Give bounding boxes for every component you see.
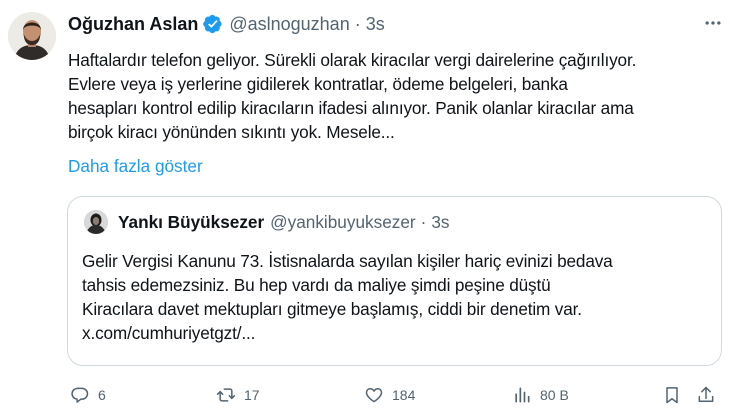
like-button[interactable]: 184 <box>364 381 415 409</box>
more-dots-icon[interactable] <box>702 12 724 34</box>
tweet-text-line: Haftalardır telefon geliyor. Sürekli ola… <box>68 50 637 70</box>
bookmark-button[interactable] <box>662 381 682 409</box>
tweet-header: Oğuzhan Aslan @aslnoguzhan · 3s <box>68 12 385 36</box>
quote-timestamp: 3s <box>431 211 450 232</box>
repost-arrows-icon <box>216 388 236 402</box>
reply-button[interactable]: 6 <box>70 381 106 409</box>
author-avatar[interactable] <box>8 12 56 60</box>
tweet-text: Haftalardır telefon geliyor. Sürekli ola… <box>68 48 730 144</box>
heart-icon <box>365 388 383 403</box>
quote-text-line: Gelir Vergisi Kanunu 73. İstisnalarda sa… <box>82 251 613 271</box>
timestamp[interactable]: 3s <box>366 14 385 35</box>
reply-count: 6 <box>98 387 106 403</box>
separator-dot: · <box>354 13 361 34</box>
tweet-text-line: Evlere veya iş yerlerine gidilerek kontr… <box>68 74 568 94</box>
quote-author-name: Yankı Büyüksezer <box>118 211 265 232</box>
bookmark-icon <box>666 387 678 404</box>
tweet-text-line: birçok kiracı yönünden sıkıntı yok. Mese… <box>68 122 395 142</box>
quote-tweet[interactable]: Yankı Büyüksezer @yankibuyuksezer · 3s G… <box>67 196 722 366</box>
reply-bubble-icon <box>71 387 89 403</box>
tweet[interactable]: Oğuzhan Aslan @aslnoguzhan · 3s Haftalar… <box>0 0 730 420</box>
quote-text: Gelir Vergisi Kanunu 73. İstisnalarda sa… <box>82 249 712 345</box>
author-name[interactable]: Oğuzhan Aslan <box>68 14 198 35</box>
quote-text-line: x.com/cumhuriyetgzt/... <box>82 323 256 343</box>
share-upload-icon <box>698 386 714 402</box>
share-button[interactable] <box>696 381 716 409</box>
views-button[interactable]: 80 B <box>512 381 569 409</box>
separator-dot: · <box>420 211 427 232</box>
verified-badge-icon <box>203 14 223 34</box>
quote-text-line: tahsis edemezsiniz. Bu hep vardı da mali… <box>82 275 551 295</box>
quote-text-line: Kiracılara davet mektupları gitmeye başl… <box>82 299 582 319</box>
like-count: 184 <box>392 387 416 403</box>
author-handle[interactable]: @aslnoguzhan <box>229 14 349 35</box>
quote-author-handle: @yankibuyuksezer <box>270 211 416 232</box>
show-more-link[interactable]: Daha fazla göster <box>68 154 203 178</box>
view-count: 80 B <box>540 387 569 403</box>
quote-author-avatar <box>84 210 108 234</box>
bar-chart-icon <box>515 387 530 403</box>
repost-count: 17 <box>244 387 260 403</box>
action-bar: 6 17 184 80 B <box>68 381 718 409</box>
quote-header: Yankı Büyüksezer @yankibuyuksezer · 3s <box>118 210 450 234</box>
tweet-text-line: hesapları kontrol edilip kiracıların ifa… <box>68 98 634 118</box>
repost-button[interactable]: 17 <box>216 381 260 409</box>
